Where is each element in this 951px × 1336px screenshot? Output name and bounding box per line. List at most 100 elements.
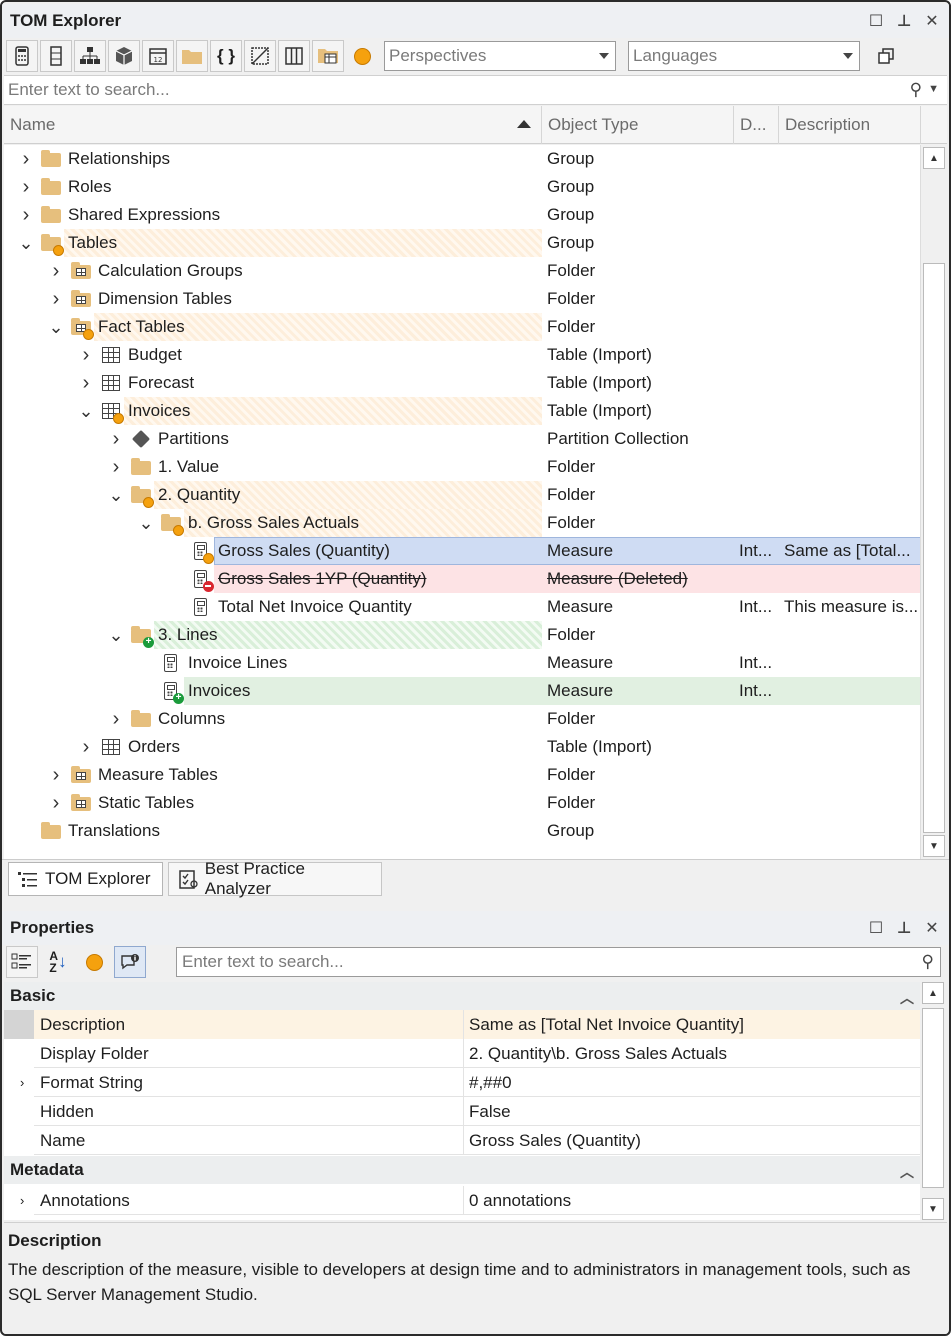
tree-row[interactable]: + Invoices Measure Int... (4, 677, 922, 705)
properties-search-input[interactable]: Enter text to search... ⚲ (176, 947, 941, 977)
scroll-down-icon[interactable]: ▼ (922, 1198, 944, 1220)
tree-name-cell[interactable]: Dimension Tables (70, 285, 542, 313)
columns-view-button[interactable] (278, 40, 310, 72)
pin-icon[interactable]: ⊥ (895, 12, 913, 30)
tree-name-cell[interactable]: Invoice Lines (160, 649, 542, 677)
tree-row[interactable]: ⌄ Fact Tables Folder (4, 313, 922, 341)
languages-dropdown[interactable]: Languages (628, 41, 860, 71)
scroll-thumb[interactable] (923, 263, 945, 833)
property-row-hidden[interactable]: Hidden False (4, 1097, 922, 1126)
tree-row[interactable]: ⌄ Tables Group (4, 229, 922, 257)
close-icon[interactable]: ✕ (923, 12, 941, 30)
chevron-right-icon[interactable]: › (106, 705, 126, 733)
chevron-right-icon[interactable]: › (16, 145, 36, 173)
chevron-down-icon[interactable]: ⌄ (106, 621, 126, 649)
property-row-format-string[interactable]: › Format String #,##0 (4, 1068, 922, 1097)
scroll-up-icon[interactable]: ▲ (922, 982, 944, 1004)
tree-name-cell[interactable]: 2. Quantity (130, 481, 542, 509)
tree-name-cell[interactable]: Total Net Invoice Quantity (190, 593, 542, 621)
tree-row[interactable]: › Orders Table (Import) (4, 733, 922, 761)
tree-name-cell[interactable]: Roles (40, 173, 542, 201)
close-icon[interactable]: ✕ (923, 919, 941, 937)
tree-row[interactable]: › Forecast Table (Import) (4, 369, 922, 397)
chevron-right-icon[interactable]: › (46, 257, 66, 285)
property-row-annotations[interactable]: › Annotations 0 annotations (4, 1186, 922, 1215)
column-header-object-type[interactable]: Object Type (542, 106, 734, 144)
description-toggle-button[interactable] (114, 946, 146, 978)
chevron-right-icon[interactable]: › (20, 1068, 24, 1097)
property-row-description[interactable]: Description Same as [Total Net Invoice Q… (4, 1010, 922, 1039)
changed-properties-button[interactable] (78, 946, 110, 978)
property-row-name[interactable]: Name Gross Sales (Quantity) (4, 1126, 922, 1155)
chevron-right-icon[interactable]: › (16, 173, 36, 201)
tree-row[interactable]: › Dimension Tables Folder (4, 285, 922, 313)
tree-name-cell[interactable]: b. Gross Sales Actuals (160, 509, 542, 537)
tree-name-cell[interactable]: Fact Tables (70, 313, 542, 341)
chevron-right-icon[interactable]: › (76, 733, 96, 761)
tree-name-cell[interactable]: Forecast (100, 369, 542, 397)
column-header-description[interactable]: Description (779, 106, 921, 144)
column-header-display-folder[interactable]: D... (734, 106, 779, 144)
expressions-button[interactable]: { } (210, 40, 242, 72)
tree-row[interactable]: › Shared Expressions Group (4, 201, 922, 229)
chevron-right-icon[interactable]: › (46, 285, 66, 313)
chevron-down-icon[interactable]: ⌄ (106, 481, 126, 509)
chevron-right-icon[interactable]: › (20, 1186, 24, 1215)
tree-name-cell[interactable]: Invoices (100, 397, 542, 425)
chevron-right-icon[interactable]: › (76, 369, 96, 397)
tree-name-cell[interactable]: Measure Tables (70, 761, 542, 789)
chevron-down-icon[interactable]: ⌄ (16, 229, 36, 257)
property-value[interactable]: 2. Quantity\b. Gross Sales Actuals (464, 1039, 922, 1068)
chevron-down-icon[interactable]: ⌄ (46, 313, 66, 341)
chevron-right-icon[interactable]: › (16, 201, 36, 229)
search-icon[interactable]: ⚲ (910, 80, 922, 100)
measure-filter-button[interactable] (6, 40, 38, 72)
hidden-objects-button[interactable] (244, 40, 276, 72)
property-value[interactable]: 0 annotations (464, 1186, 922, 1215)
tree-name-cell[interactable]: Partitions (130, 425, 542, 453)
tree-name-cell[interactable]: Gross Sales (Quantity) (190, 537, 542, 565)
display-folders-button[interactable] (176, 40, 208, 72)
tree-row[interactable]: › Budget Table (Import) (4, 341, 922, 369)
tree-row[interactable]: ⌄ 2. Quantity Folder (4, 481, 922, 509)
scroll-thumb[interactable] (922, 1008, 944, 1188)
alphabetical-button[interactable]: A Z ↓ (42, 946, 74, 978)
tom-search-input[interactable]: Enter text to search... ⚲ ▼ (4, 75, 947, 105)
tree-row[interactable]: Translations Group (4, 817, 922, 845)
chevron-down-icon[interactable]: ▼ (928, 80, 939, 100)
column-filter-button[interactable] (40, 40, 72, 72)
search-icon[interactable]: ⚲ (922, 952, 940, 972)
category-basic[interactable]: Basic ︿ (4, 982, 922, 1010)
tree-name-cell[interactable]: Static Tables (70, 789, 542, 817)
chevron-right-icon[interactable]: › (106, 453, 126, 481)
tree-name-cell[interactable]: Shared Expressions (40, 201, 542, 229)
tree-name-cell[interactable]: +3. Lines (130, 621, 542, 649)
tree-row[interactable]: › Roles Group (4, 173, 922, 201)
folder-table-button[interactable] (312, 40, 344, 72)
maximize-icon[interactable]: ☐ (867, 919, 885, 937)
pin-icon[interactable]: ⊥ (895, 919, 913, 937)
tree-row[interactable]: ⌄ Invoices Table (Import) (4, 397, 922, 425)
scroll-up-icon[interactable]: ▲ (923, 147, 945, 169)
tree-row[interactable]: › Columns Folder (4, 705, 922, 733)
partition-filter-button[interactable] (108, 40, 140, 72)
property-value[interactable]: #,##0 (464, 1068, 922, 1097)
property-row-display-folder[interactable]: Display Folder 2. Quantity\b. Gross Sale… (4, 1039, 922, 1068)
tree-row[interactable]: Gross Sales (Quantity) Measure Int... Same … (4, 537, 922, 565)
tab-tom-explorer[interactable]: TOM Explorer (8, 862, 163, 896)
tree-row[interactable]: Invoice Lines Measure Int... (4, 649, 922, 677)
chevron-right-icon[interactable]: › (46, 789, 66, 817)
tree-name-cell[interactable]: Gross Sales 1YP (Quantity) (190, 565, 542, 593)
tree-name-cell[interactable]: + Invoices (160, 677, 542, 705)
chevron-down-icon[interactable]: ⌄ (76, 397, 96, 425)
tree-row[interactable]: › Measure Tables Folder (4, 761, 922, 789)
tree-name-cell[interactable]: Relationships (40, 145, 542, 173)
new-window-button[interactable] (870, 40, 902, 72)
property-value[interactable]: Gross Sales (Quantity) (464, 1126, 922, 1155)
property-value[interactable]: False (464, 1097, 922, 1126)
tree-scrollbar[interactable]: ▲ ▼ (920, 145, 947, 859)
tree-row[interactable]: ⌄ b. Gross Sales Actuals Folder (4, 509, 922, 537)
tree-name-cell[interactable]: 1. Value (130, 453, 542, 481)
scroll-down-icon[interactable]: ▼ (923, 835, 945, 857)
tree-name-cell[interactable]: Translations (40, 817, 542, 845)
